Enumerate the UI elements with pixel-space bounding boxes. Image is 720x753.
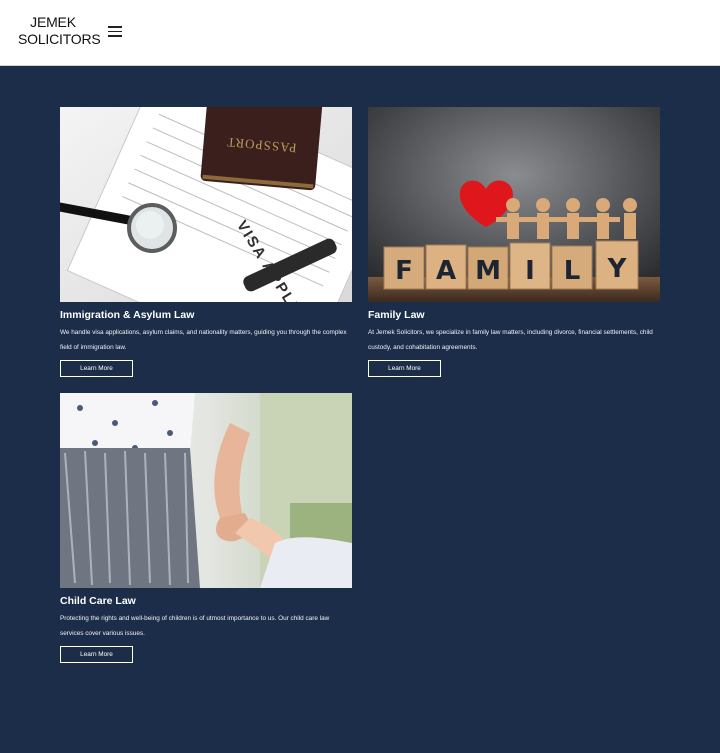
logo-line-1: JEMEK — [30, 14, 76, 30]
site-header: JEMEK SOLICITORS — [0, 0, 720, 66]
block-letter: M — [475, 256, 501, 286]
service-title: Family Law — [368, 309, 425, 321]
logo-line-2: SOLICITORS — [18, 31, 101, 47]
service-description: Protecting the rights and well-being of … — [60, 615, 330, 637]
family-blocks-image: F A M I L Y — [368, 107, 660, 302]
learn-more-button[interactable]: Learn More — [60, 646, 133, 663]
learn-more-button[interactable]: Learn More — [60, 360, 133, 377]
learn-more-button[interactable]: Learn More — [368, 360, 441, 377]
service-card-immigration: PASSPORT VISA APPLICATION Immigration & … — [60, 107, 352, 377]
block-letter: Y — [607, 254, 628, 284]
hamburger-menu-icon[interactable] — [108, 25, 123, 37]
block-letter: F — [395, 256, 413, 286]
service-title: Immigration & Asylum Law — [60, 309, 195, 321]
passport-visa-image: PASSPORT VISA APPLICATION — [60, 107, 352, 302]
site-logo[interactable]: JEMEK SOLICITORS — [18, 14, 101, 48]
holding-hands-image — [60, 393, 352, 588]
service-title: Child Care Law — [60, 595, 136, 607]
service-card-child-care: Child Care Law Protecting the rights and… — [60, 393, 352, 663]
block-letter: A — [436, 256, 456, 286]
service-description: We handle visa applications, asylum clai… — [60, 329, 347, 351]
service-description: At Jemek Solicitors, we specialize in fa… — [368, 329, 653, 351]
service-card-family: F A M I L Y Family Law At Jemek Solicito… — [368, 107, 660, 377]
block-letter: I — [525, 256, 535, 286]
block-letter: L — [564, 256, 581, 286]
